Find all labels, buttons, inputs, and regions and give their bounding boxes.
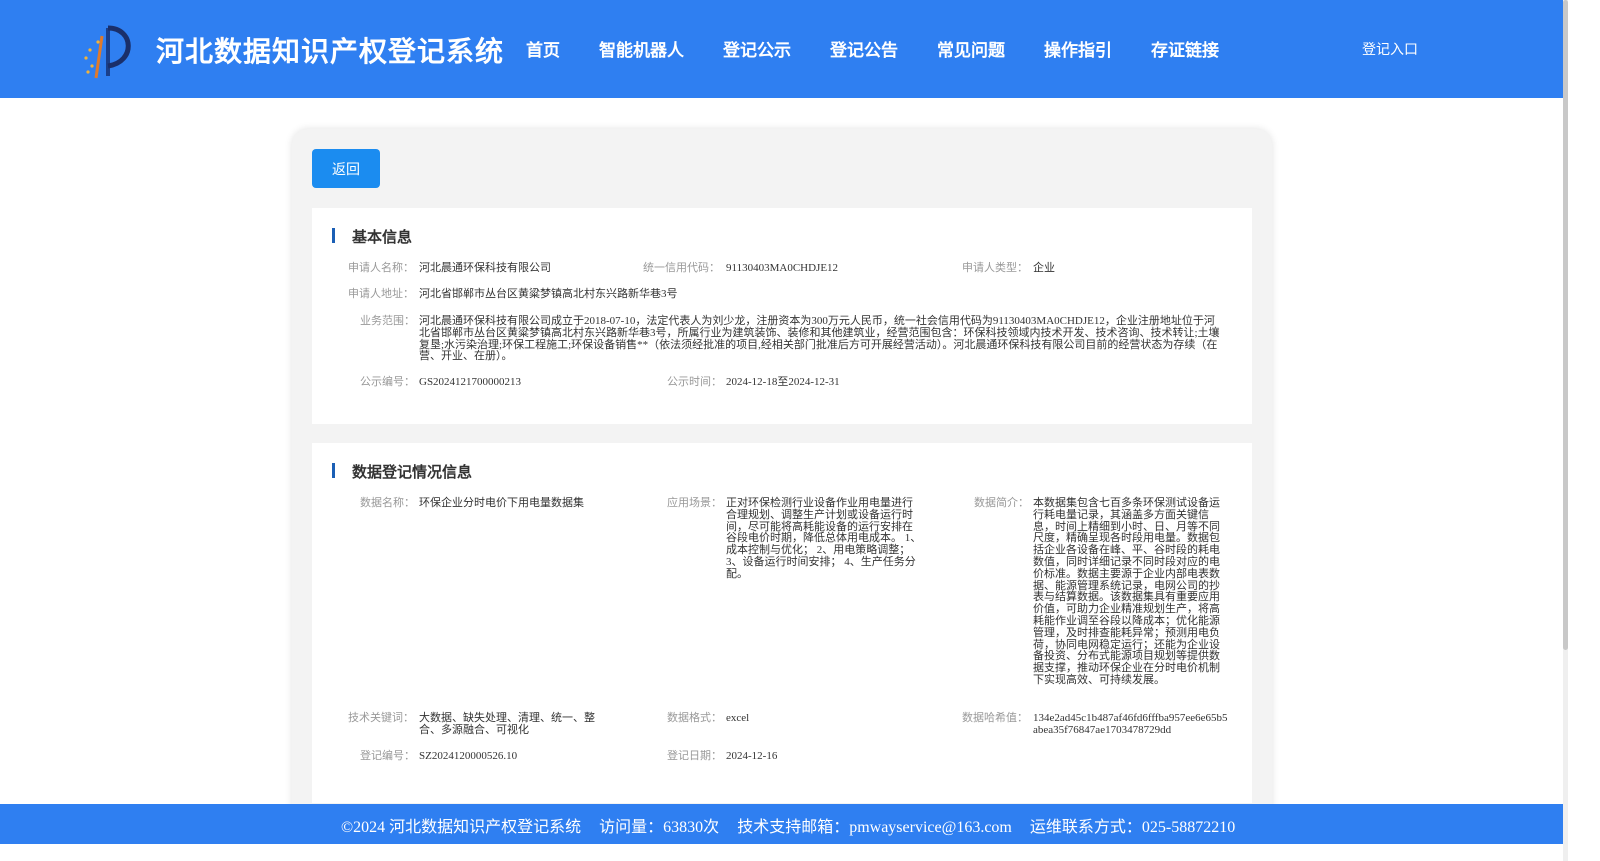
nav-home[interactable]: 首页: [526, 36, 560, 61]
applicant-name-label: 申请人名称：: [348, 262, 414, 274]
format-label: 数据格式：: [667, 712, 722, 724]
scope-value: 河北晨通环保科技有限公司成立于2018-07-10，法定代表人为刘少龙，注册资本…: [419, 315, 1220, 363]
nav-robot[interactable]: 智能机器人: [599, 36, 684, 61]
reg-date-value: 2024-12-16: [726, 750, 778, 762]
login-entry-link[interactable]: 登记入口: [1362, 39, 1418, 59]
data-name-label: 数据名称：: [360, 497, 415, 509]
data-registration-card: 数据登记情况信息 数据名称： 环保企业分时电价下用电量数据集 应用场景： 正对环…: [312, 443, 1252, 803]
hash-label: 数据哈希值：: [962, 712, 1028, 724]
main-nav: 首页 智能机器人 登记公示 登记公告 常见问题 操作指引 存证链接: [526, 36, 1258, 61]
intro-value: 本数据集包含七百多条环保测试设备运行耗电量记录，其涵盖多方面关键信息，时间上精细…: [1033, 497, 1220, 686]
logo-icon: [84, 25, 131, 79]
nav-publicity[interactable]: 登记公示: [723, 36, 791, 61]
format-value: excel: [726, 712, 750, 724]
hash-value: 134e2ad45c1b487af46fd6fffba957ee6e65b5ab…: [1033, 712, 1228, 736]
pub-no-label: 公示编号：: [360, 376, 415, 388]
footer-text: ©2024 河北数据知识产权登记系统 访问量：63830次 技术支持邮箱：pmw…: [341, 813, 1249, 837]
scene-value: 正对环保检测行业设备作业用电量进行合理规划、调整生产计划或设备运行时间，尽可能将…: [726, 497, 922, 580]
nav-announcement[interactable]: 登记公告: [830, 36, 898, 61]
keywords-value: 大数据、缺失处理、清理、统一、整合、多源融合、可视化: [419, 712, 595, 736]
credit-code-value: 91130403MA0CHDJE12: [726, 262, 839, 274]
address-value: 河北省邯郸市丛台区黄粱梦镇高北村东兴路新华巷3号: [419, 288, 678, 300]
applicant-name-value: 河北晨通环保科技有限公司: [419, 262, 551, 274]
keywords-label: 技术关键词：: [348, 712, 414, 724]
section-title-data: 数据登记情况信息: [332, 461, 472, 482]
nav-evidence-link[interactable]: 存证链接: [1151, 36, 1219, 61]
footer-visits: 访问量：63830次: [599, 819, 720, 836]
top-header: 河北数据知识产权登记系统 首页 智能机器人 登记公示 登记公告 常见问题 操作指…: [0, 0, 1563, 98]
scene-label: 应用场景：: [667, 497, 722, 509]
applicant-type-value: 企业: [1033, 262, 1055, 274]
pub-no-value: GS2024121700000213: [419, 376, 522, 388]
scrollbar-thumb[interactable]: [1563, 0, 1568, 650]
pub-time-label: 公示时间：: [667, 376, 722, 388]
footer: ©2024 河北数据知识产权登记系统 访问量：63830次 技术支持邮箱：pmw…: [0, 804, 1563, 844]
section-title-basic: 基本信息: [332, 226, 412, 247]
data-name-value: 环保企业分时电价下用电量数据集: [419, 497, 584, 509]
nav-faq[interactable]: 常见问题: [937, 36, 1005, 61]
nav-guide[interactable]: 操作指引: [1044, 36, 1112, 61]
basic-info-card: 基本信息 申请人名称： 河北晨通环保科技有限公司 统一信用代码： 9113040…: [312, 208, 1252, 424]
site-title: 河北数据知识产权登记系统: [156, 35, 505, 68]
footer-copyright: ©2024 河北数据知识产权登记系统: [341, 819, 582, 836]
intro-label: 数据简介：: [974, 497, 1029, 509]
back-button[interactable]: 返回: [312, 149, 380, 188]
reg-no-label: 登记编号：: [360, 750, 415, 762]
applicant-type-label: 申请人类型：: [962, 262, 1028, 274]
footer-email: 技术支持邮箱：pmwayservice@163.com: [737, 819, 1012, 836]
reg-date-label: 登记日期：: [667, 750, 722, 762]
scope-label: 业务范围：: [360, 315, 415, 327]
reg-no-value: SZ2024120000526.10: [419, 750, 518, 762]
pub-time-value: 2024-12-18至2024-12-31: [726, 376, 840, 388]
credit-code-label: 统一信用代码：: [643, 262, 720, 274]
footer-phone: 运维联系方式：025-58872210: [1029, 819, 1236, 836]
address-label: 申请人地址：: [348, 288, 414, 300]
